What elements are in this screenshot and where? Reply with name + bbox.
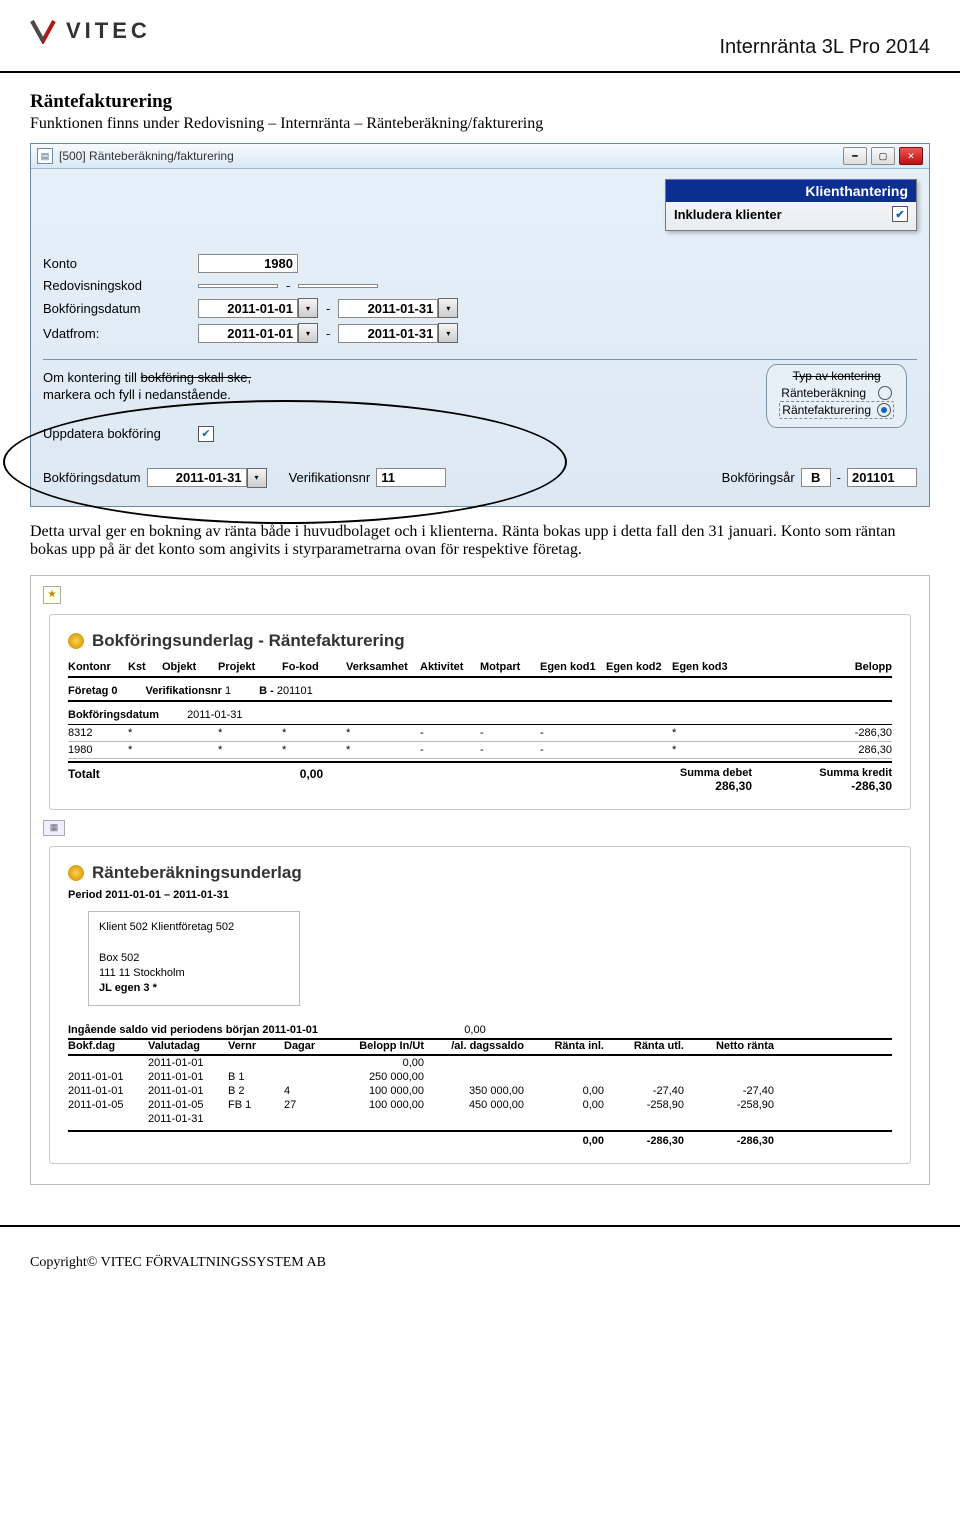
radio-group-title: Typ av kontering	[779, 369, 894, 383]
kontering-type-group: Typ av kontering Ränteberäkning Räntefak…	[766, 364, 907, 428]
redovisningskod-input-1[interactable]	[198, 284, 278, 288]
vdat-from[interactable]: 2011-01-01	[198, 324, 298, 343]
document-title: Internränta 3L Pro 2014	[30, 36, 930, 65]
report-viewer: ★ Bokföringsunderlag - Räntefakturering …	[30, 575, 930, 1185]
redovisningskod-input-2[interactable]	[298, 284, 378, 288]
bokforingsdatum-to[interactable]: 2011-01-31	[338, 299, 438, 318]
date-dropdown-icon[interactable]: ▾	[298, 298, 318, 318]
panel-title-text: Ränteberäkningsunderlag	[92, 863, 302, 883]
opening-balance-row: Ingående saldo vid periodens början 2011…	[68, 1022, 892, 1040]
window-minimize-button[interactable]: ━	[843, 147, 867, 165]
period-label: Period 2011-01-01 – 2011-01-31	[68, 889, 892, 901]
booking-bokdat-input[interactable]: 2011-01-31	[147, 468, 247, 487]
booking-bottom-row: Bokföringsdatum 2011-01-31▾ Verifikation…	[43, 468, 917, 488]
update-booking-label: Uppdatera bokföring	[43, 426, 198, 441]
bokforingsdatum-label: Bokföringsdatum	[43, 301, 198, 316]
vdat-to[interactable]: 2011-01-31	[338, 324, 438, 343]
window-title: [500] Ränteberäkning/fakturering	[59, 149, 234, 163]
radio-ranteberakning[interactable]: Ränteberäkning	[779, 385, 894, 401]
ranteberakning-panel: Ränteberäkningsunderlag Period 2011-01-0…	[49, 846, 911, 1164]
table-row: 2011-01-31	[68, 1112, 892, 1126]
window-app-icon: ▤	[37, 148, 53, 164]
bokforingsunderlag-panel: Bokföringsunderlag - Räntefakturering Ko…	[49, 614, 911, 810]
ver-label: Verifikationsnr	[289, 470, 371, 485]
panel-title-text: Bokföringsunderlag - Räntefakturering	[92, 631, 405, 651]
annotation-ellipse	[3, 400, 567, 524]
include-clients-checkbox[interactable]: ✔	[892, 206, 908, 222]
client-address-box: Klient 502 Klientföretag 502 Box 502 111…	[88, 911, 300, 1006]
section-intro: Funktionen finns under Redovisning – Int…	[30, 115, 930, 133]
radio-rantefakturering[interactable]: Räntefakturering	[779, 401, 894, 419]
table-row: 8312****---*-286,30	[68, 725, 892, 742]
lines-header: Bokf.dag Valutadag Vernr Dagar Belopp In…	[68, 1040, 892, 1056]
booking-section: Om kontering till bokföring skall ske, m…	[43, 370, 917, 488]
date-dropdown-icon[interactable]: ▾	[438, 298, 458, 318]
table-row: 2011-01-010,00	[68, 1056, 892, 1070]
dialog-window: ▤ [500] Ränteberäkning/fakturering ━ ▢ ✕…	[30, 143, 930, 507]
redovisningskod-label: Redovisningskod	[43, 278, 198, 293]
panel-icon	[68, 633, 84, 649]
table-row: 2011-01-012011-01-01B 24100 000,00350 00…	[68, 1084, 892, 1098]
table-row: 2011-01-012011-01-01B 1250 000,00	[68, 1070, 892, 1084]
vitec-logo-icon	[30, 18, 56, 44]
booking-bokdat-label: Bokföringsdatum	[43, 470, 141, 485]
update-booking-checkbox[interactable]: ✔	[198, 426, 214, 442]
copyright-footer: Copyright© VITEC FÖRVALTNINGSSYSTEM AB	[0, 1225, 960, 1291]
explanatory-paragraph: Detta urval ger en bokning av ränta både…	[30, 523, 930, 559]
date-dropdown-icon[interactable]: ▾	[247, 468, 267, 488]
window-close-button[interactable]: ✕	[899, 147, 923, 165]
grid-header-row: Kontonr Kst Objekt Projekt Fo-kod Verksa…	[68, 661, 892, 678]
vdatfrom-label: Vdatfrom:	[43, 326, 198, 341]
field-group: Konto 1980 Redovisningskod - Bokföringsd…	[43, 245, 917, 343]
document-header: VITEC Internränta 3L Pro 2014	[0, 0, 960, 73]
section-heading: Räntefakturering	[30, 91, 930, 113]
bokforingsar-input[interactable]: 201101	[847, 468, 917, 487]
date-dropdown-icon[interactable]: ▾	[298, 323, 318, 343]
radio-icon	[877, 403, 891, 417]
brand-text: VITEC	[66, 18, 151, 44]
grid-subheader: Företag 0 Verifikationsnr 1 B - 201101	[68, 682, 892, 702]
konto-label: Konto	[43, 256, 198, 271]
report-icon: ★	[43, 586, 61, 604]
bokforings-grid: Kontonr Kst Objekt Projekt Fo-kod Verksa…	[68, 661, 892, 793]
table-row: 1980****---*286,30	[68, 742, 892, 759]
divider-icon: ▦	[43, 820, 65, 836]
konto-input[interactable]: 1980	[198, 254, 298, 273]
bokforingsdatum-from[interactable]: 2011-01-01	[198, 299, 298, 318]
window-titlebar: ▤ [500] Ränteberäkning/fakturering ━ ▢ ✕	[31, 144, 929, 169]
client-management-panel: Klienthantering Inkludera klienter ✔	[665, 179, 917, 231]
ver-input[interactable]: 11	[376, 468, 446, 487]
bokforingsar-prefix[interactable]: B	[801, 468, 831, 487]
copyright-text: Copyright© VITEC FÖRVALTNINGSSYSTEM AB	[30, 1255, 326, 1270]
radio-icon	[878, 386, 892, 400]
lines-total: 0,00 -286,30 -286,30	[68, 1130, 892, 1147]
bokforingsar-label: Bokföringsår	[722, 470, 795, 485]
date-dropdown-icon[interactable]: ▾	[438, 323, 458, 343]
panel-icon	[68, 865, 84, 881]
grid-bokdat-row: Bokföringsdatum 2011-01-31	[68, 706, 892, 725]
section-divider	[43, 359, 917, 360]
grid-totals-row: Totalt0,00 Summa debet286,30 Summa kredi…	[68, 761, 892, 793]
include-clients-label: Inkludera klienter	[674, 207, 782, 222]
table-row: 2011-01-052011-01-05FB 127100 000,00450 …	[68, 1098, 892, 1112]
client-panel-header: Klienthantering	[666, 180, 916, 202]
window-maximize-button[interactable]: ▢	[871, 147, 895, 165]
